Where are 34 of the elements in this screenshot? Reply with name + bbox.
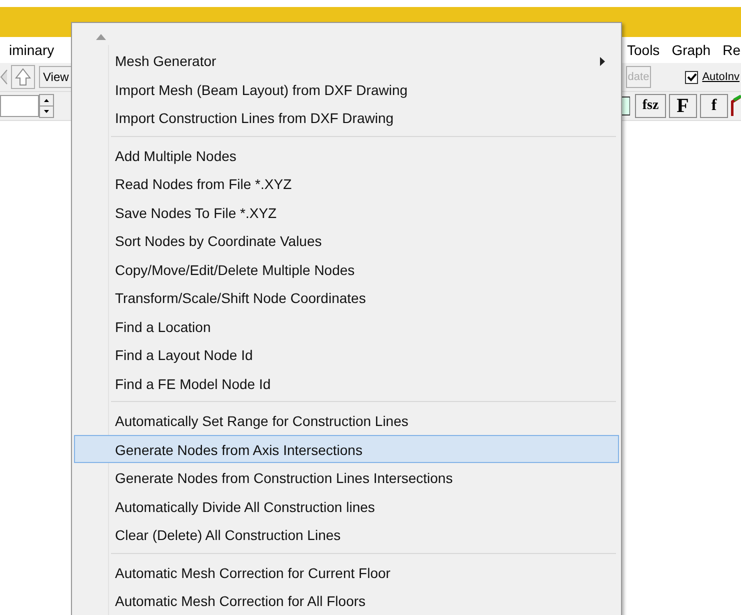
frame-model-icon[interactable] <box>731 94 741 118</box>
menu-item[interactable]: Read Nodes from File *.XYZ <box>74 169 619 198</box>
font-button[interactable]: F <box>668 94 697 118</box>
submenu-arrow-icon <box>600 57 605 66</box>
menu-item[interactable]: Mesh Generator <box>74 46 619 74</box>
menu-item[interactable]: Sort Nodes by Coordinate Values <box>74 226 619 254</box>
menu-bar-item[interactable]: Re <box>722 42 741 58</box>
spin-buttons[interactable] <box>39 94 54 118</box>
menu-item[interactable]: Find a Layout Node Id <box>74 340 619 368</box>
autoinv-checkbox[interactable] <box>685 70 698 84</box>
menu-item[interactable]: Generate Nodes from Axis Intersections <box>74 434 619 463</box>
up-arrow-button[interactable] <box>11 65 35 89</box>
menu-item[interactable]: Import Construction Lines from DXF Drawing <box>74 103 619 132</box>
font-button[interactable]: fsz <box>635 94 666 118</box>
menu-item[interactable]: Automatic Mesh Correction for Current Floor <box>74 558 619 586</box>
menu-item[interactable]: Find a FE Model Node Id <box>74 368 619 397</box>
menu-bar-item[interactable]: Graph <box>672 42 711 58</box>
autoinv-label: AutoInv <box>702 71 740 83</box>
font-button[interactable]: f <box>700 94 728 118</box>
number-field[interactable] <box>0 95 40 117</box>
menu-item[interactable]: Save Nodes To File *.XYZ <box>74 198 619 226</box>
menu-bar-item[interactable]: Tools <box>627 42 660 58</box>
menu-item[interactable]: Automatically Divide All Construction lines <box>74 492 619 520</box>
menu-item[interactable]: Generate Nodes from Construction Lines Intersections <box>74 463 619 492</box>
view-button[interactable]: View <box>39 66 73 88</box>
menu-item[interactable]: Import Mesh (Beam Layout) from DXF Drawing <box>74 74 619 103</box>
menu-item[interactable]: Automatic Mesh Correction for All Floors <box>74 586 619 614</box>
menu-item[interactable]: Automatically Set Range for Construction Lines <box>74 406 619 434</box>
menu-item[interactable]: Clear (Delete) All Construction Lines <box>74 520 619 548</box>
menu-item[interactable]: Copy/Move/Edit/Delete Multiple Nodes <box>74 254 619 283</box>
menu-item[interactable]: Add Multiple Nodes <box>74 140 619 169</box>
menu-bar-item[interactable]: iminary <box>0 42 54 58</box>
menu-item[interactable]: Find a Location <box>74 312 619 340</box>
menu-item[interactable]: Transform/Scale/Shift Node Coordinates <box>74 283 619 312</box>
